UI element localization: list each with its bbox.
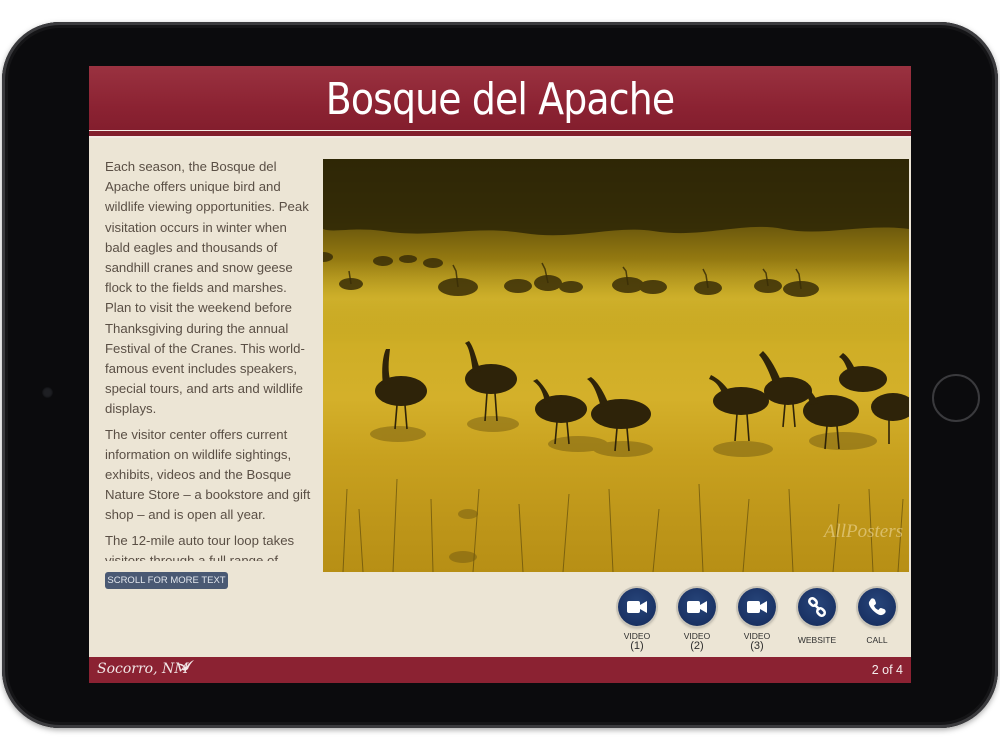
page-indicator: 2 of 4	[871, 663, 903, 677]
bird-icon	[178, 660, 194, 671]
cranes-photo: AllPosters	[323, 159, 909, 572]
tablet-frame: Bosque del Apache Each season, the Bosqu…	[2, 22, 998, 728]
location-label: Socorro, NM	[97, 661, 189, 677]
page-title: Bosque del Apache	[325, 74, 675, 125]
video-3-button[interactable]: VIDEO (3)	[727, 588, 787, 652]
article-paragraph: The 12-mile auto tour loop takes visitor…	[105, 532, 295, 561]
call-label: CALL	[866, 635, 888, 645]
video-2-button[interactable]: VIDEO (2)	[667, 588, 727, 652]
video-1-sublabel: (1)	[630, 640, 644, 652]
article-text[interactable]: Each season, the Bosque del Apache offer…	[105, 157, 315, 561]
video-camera-icon	[618, 588, 656, 626]
scroll-more-button[interactable]: SCROLL FOR MORE TEXT	[105, 572, 228, 589]
call-button[interactable]: CALL	[847, 588, 907, 645]
website-label: WEBSITE	[797, 635, 837, 645]
video-camera-icon	[738, 588, 776, 626]
photo-watermark: AllPosters	[823, 521, 903, 542]
front-camera	[42, 387, 53, 398]
home-button[interactable]	[932, 374, 980, 422]
header-divider	[89, 130, 911, 131]
video-2-sublabel: (2)	[690, 640, 704, 652]
header-bar: Bosque del Apache	[89, 66, 911, 138]
link-icon	[798, 588, 836, 626]
article-paragraph: The visitor center offers current inform…	[105, 426, 311, 523]
website-button[interactable]: WEBSITE	[787, 588, 847, 645]
cranes-illustration	[323, 159, 909, 572]
video-camera-icon	[678, 588, 716, 626]
footer-bar: Socorro, NM 2 of 4	[89, 657, 911, 683]
video-1-button[interactable]: VIDEO (1)	[607, 588, 667, 652]
app-screen: Bosque del Apache Each season, the Bosqu…	[89, 66, 911, 683]
video-3-sublabel: (3)	[750, 640, 764, 652]
phone-icon	[858, 588, 896, 626]
article-paragraph: Each season, the Bosque del Apache offer…	[105, 159, 309, 417]
